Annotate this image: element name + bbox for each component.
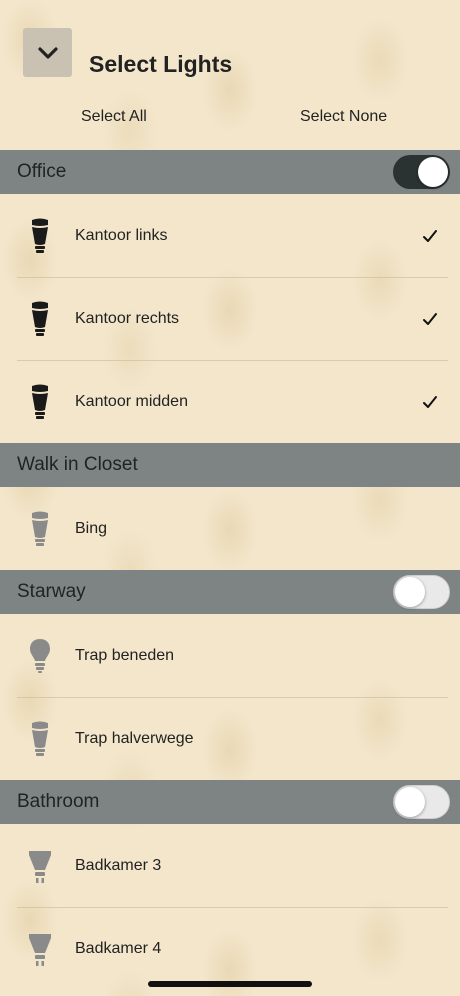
light-name: Kantoor midden bbox=[75, 392, 188, 410]
bulb-icon bbox=[27, 719, 53, 759]
bulb-icon bbox=[27, 299, 53, 339]
header: Select Lights Select All Select None bbox=[0, 0, 460, 150]
page-title: Select Lights bbox=[89, 51, 233, 77]
checkmark-icon bbox=[422, 228, 438, 244]
light-name: Bing bbox=[75, 519, 108, 537]
checkmark-icon bbox=[422, 394, 438, 410]
bulb-icon bbox=[27, 846, 53, 886]
group-name: Bathroom bbox=[17, 791, 100, 812]
light-row[interactable]: Badkamer 4 bbox=[0, 907, 460, 990]
bulb-icon bbox=[27, 509, 53, 549]
light-row[interactable]: Kantoor links bbox=[0, 194, 460, 277]
light-row[interactable]: Kantoor midden bbox=[0, 360, 460, 443]
select-all-button[interactable]: Select All bbox=[81, 108, 147, 126]
bulb-icon bbox=[27, 382, 53, 422]
light-row[interactable]: Badkamer 3 bbox=[0, 824, 460, 907]
group-header: Bathroom bbox=[0, 780, 460, 824]
group-header: Starway bbox=[0, 570, 460, 614]
group-toggle[interactable] bbox=[393, 785, 450, 819]
toggle-knob bbox=[395, 787, 425, 817]
home-indicator bbox=[148, 981, 312, 987]
light-name: Kantoor rechts bbox=[75, 309, 180, 327]
chevron-down-icon bbox=[37, 46, 58, 59]
group-header: Office bbox=[0, 150, 460, 194]
bulb-icon bbox=[27, 636, 53, 676]
light-name: Trap halverwege bbox=[75, 729, 194, 747]
light-list: Office Kantoor links Kantoor rechts Kant… bbox=[0, 150, 460, 990]
light-row[interactable]: Bing bbox=[0, 487, 460, 570]
light-name: Kantoor links bbox=[75, 226, 168, 244]
light-name: Badkamer 4 bbox=[75, 939, 162, 957]
group-name: Starway bbox=[17, 581, 86, 602]
collapse-button[interactable] bbox=[23, 28, 72, 77]
bulb-icon bbox=[27, 216, 53, 256]
toggle-knob bbox=[395, 577, 425, 607]
bulb-icon bbox=[27, 929, 53, 969]
group-header: Walk in Closet bbox=[0, 443, 460, 487]
group-toggle[interactable] bbox=[393, 575, 450, 609]
light-row[interactable]: Kantoor rechts bbox=[0, 277, 460, 360]
group-name: Walk in Closet bbox=[17, 454, 138, 475]
light-name: Badkamer 3 bbox=[75, 856, 162, 874]
checkmark-icon bbox=[422, 311, 438, 327]
select-none-button[interactable]: Select None bbox=[300, 108, 387, 126]
toggle-knob bbox=[418, 157, 448, 187]
group-toggle[interactable] bbox=[393, 155, 450, 189]
light-row[interactable]: Trap beneden bbox=[0, 614, 460, 697]
light-name: Trap beneden bbox=[75, 646, 175, 664]
light-row[interactable]: Trap halverwege bbox=[0, 697, 460, 780]
group-name: Office bbox=[17, 161, 67, 182]
